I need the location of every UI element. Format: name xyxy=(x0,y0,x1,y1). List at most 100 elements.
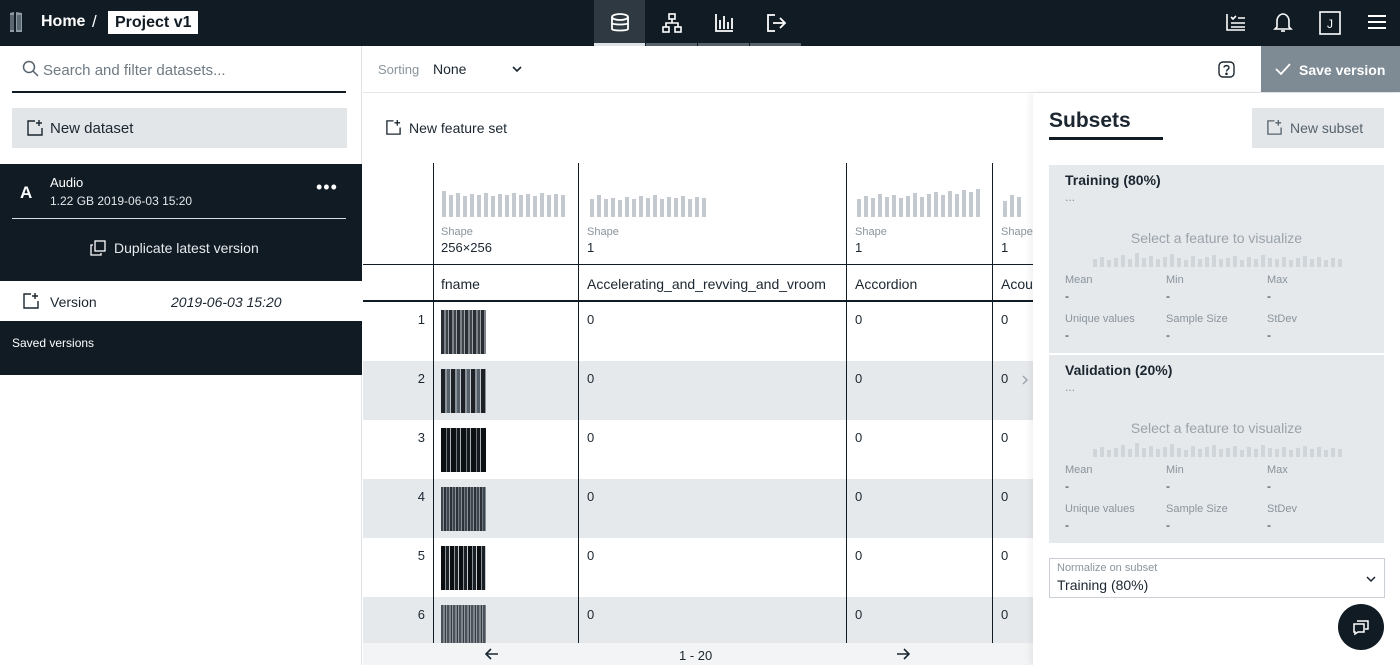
stat-sample-label: Sample Size xyxy=(1166,313,1228,325)
subset-card-validation[interactable]: Validation (20%) ... Select a feature to… xyxy=(1049,355,1384,543)
column-histogram xyxy=(590,195,706,217)
column-header-accordion[interactable]: Shape 1 xyxy=(847,163,992,265)
chat-support-button[interactable] xyxy=(1338,604,1384,650)
tab-deployment[interactable] xyxy=(750,0,801,46)
chevron-right-icon[interactable] xyxy=(1021,375,1029,385)
visualize-hint: Select a feature to visualize xyxy=(1130,230,1303,246)
avatar-letter: J xyxy=(1327,17,1333,31)
spectrogram-thumbnail xyxy=(441,605,486,643)
title-underline xyxy=(1049,137,1163,140)
new-subset-button[interactable]: New subset xyxy=(1252,108,1384,148)
column-divider xyxy=(433,163,434,643)
table-row[interactable]: 3 0 0 0 xyxy=(363,420,1033,479)
table-row[interactable]: 5 0 0 0 xyxy=(363,538,1033,597)
stat-stdev-value: - xyxy=(1267,328,1271,342)
table-cell: 0 xyxy=(587,548,595,563)
shape-label: Shape xyxy=(855,226,887,238)
table-cell: 0 xyxy=(1001,312,1009,327)
subset-menu-dots[interactable]: ... xyxy=(1065,380,1075,394)
row-index: 4 xyxy=(417,489,425,504)
page-range: 1 - 20 xyxy=(679,648,713,663)
version-item[interactable]: Version 2019-06-03 15:20 xyxy=(0,281,362,321)
subset-menu-dots[interactable]: ... xyxy=(1065,190,1075,204)
stat-min-label: Min xyxy=(1166,274,1184,286)
subset-card-training[interactable]: Training (80%) ... Select a feature to v… xyxy=(1049,165,1384,353)
stat-max-label: Max xyxy=(1267,464,1288,476)
subset-title: Validation (20%) xyxy=(1065,362,1173,378)
dataset-table: 1 0 0 0 2 0 0 0 3 0 0 0 4 0 0 0 5 0 0 0 … xyxy=(363,163,1033,643)
table-row[interactable]: 6 0 0 0 xyxy=(363,597,1033,643)
column-histogram xyxy=(857,189,980,217)
dataset-more-icon[interactable]: ••• xyxy=(316,177,338,198)
tab-evaluation[interactable] xyxy=(698,0,749,46)
search-icon xyxy=(22,60,39,77)
dataset-item-audio[interactable]: A Audio 1.22 GB 2019-06-03 15:20 ••• Dup… xyxy=(0,164,362,281)
subset-title: Training (80%) xyxy=(1065,172,1161,188)
sorting-select[interactable]: None xyxy=(433,61,466,77)
saved-versions-label: Saved versions xyxy=(12,336,95,350)
platform-logo-icon[interactable] xyxy=(8,10,24,34)
stat-stdev-label: StDev xyxy=(1267,503,1297,515)
dataset-search-input[interactable]: Search and filter datasets... xyxy=(12,56,346,93)
shape-value: 1 xyxy=(855,240,863,255)
add-icon xyxy=(386,119,401,135)
stat-sample-value: - xyxy=(1166,328,1170,342)
spectrogram-thumbnail xyxy=(441,310,486,354)
tab-datasets[interactable] xyxy=(594,0,645,46)
shape-value: 1 xyxy=(587,240,595,255)
notifications-bell-icon[interactable] xyxy=(1272,11,1294,33)
tab-modeling[interactable] xyxy=(646,0,697,46)
duplicate-icon xyxy=(90,240,106,256)
table-cell: 0 xyxy=(855,371,863,386)
column-header-acou[interactable]: Shape 1 xyxy=(993,163,1033,265)
subsets-panel: Subsets New subset Training (80%) ... Se… xyxy=(1033,93,1400,665)
breadcrumb-project[interactable]: Project v1 xyxy=(108,11,199,34)
breadcrumb-separator: / xyxy=(92,12,97,31)
new-dataset-button[interactable]: New dataset xyxy=(12,108,347,148)
save-version-button[interactable]: Save version xyxy=(1261,46,1400,92)
arrow-left-icon[interactable] xyxy=(485,648,499,660)
stat-mean-label: Mean xyxy=(1065,274,1093,286)
table-cell: 0 xyxy=(1001,371,1009,386)
column-header-accelerating[interactable]: Shape 1 xyxy=(579,163,846,265)
arrow-right-icon[interactable] xyxy=(896,648,910,660)
subsets-title: Subsets xyxy=(1049,109,1131,132)
stat-min-label: Min xyxy=(1166,464,1184,476)
new-feature-set-label: New feature set xyxy=(409,120,508,136)
table-row[interactable]: 4 0 0 0 xyxy=(363,479,1033,538)
column-divider xyxy=(578,163,579,643)
normalize-subset-select[interactable]: Normalize on subset Training (80%) xyxy=(1049,558,1385,598)
column-name-fname[interactable]: fname xyxy=(441,276,480,292)
column-name-accordion[interactable]: Accordion xyxy=(855,276,917,292)
row-index: 5 xyxy=(417,548,425,563)
table-row[interactable]: 2 0 0 0 xyxy=(363,361,1033,420)
normalize-value: Training (80%) xyxy=(1057,577,1149,593)
shape-label: Shape xyxy=(441,226,473,238)
version-add-icon xyxy=(23,293,39,309)
column-name-accelerating[interactable]: Accelerating_and_revving_and_vroom xyxy=(587,276,826,292)
column-divider xyxy=(846,163,847,643)
chevron-down-icon[interactable] xyxy=(511,63,523,75)
hamburger-menu-icon[interactable] xyxy=(1366,11,1388,33)
column-header-fname[interactable]: Shape 256×256 xyxy=(433,163,578,265)
stat-unique-label: Unique values xyxy=(1065,313,1135,325)
column-histogram-row: Shape 256×256 Shape 1 Shape 1 Shape 1 xyxy=(363,163,1033,265)
row-index: 3 xyxy=(417,430,425,445)
stat-stdev-value: - xyxy=(1267,518,1271,532)
add-icon xyxy=(1267,119,1282,135)
column-name-acou[interactable]: Acou xyxy=(1001,276,1033,292)
stat-unique-value: - xyxy=(1065,328,1069,342)
stat-mean-label: Mean xyxy=(1065,464,1093,476)
spectrogram-thumbnail xyxy=(441,428,486,472)
top-navigation-bar: Home / Project v1 J xyxy=(0,0,1400,46)
search-placeholder: Search and filter datasets... xyxy=(43,62,226,79)
stat-mean-value: - xyxy=(1065,289,1069,303)
jobs-list-icon[interactable] xyxy=(1225,11,1247,33)
table-row[interactable]: 1 0 0 0 xyxy=(363,302,1033,361)
breadcrumb-home[interactable]: Home xyxy=(41,13,85,31)
user-avatar-icon[interactable]: J xyxy=(1318,11,1342,35)
help-icon[interactable] xyxy=(1218,61,1235,78)
table-cell: 0 xyxy=(1001,548,1009,563)
sorting-label: Sorting xyxy=(378,62,420,77)
column-histogram xyxy=(442,191,565,217)
